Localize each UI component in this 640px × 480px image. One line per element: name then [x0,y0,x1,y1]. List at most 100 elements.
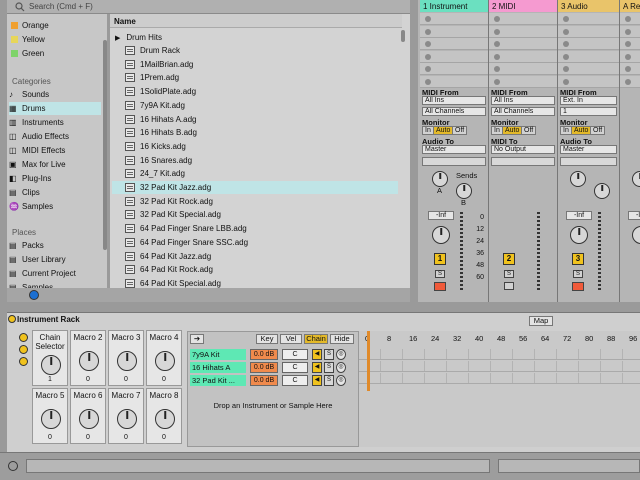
chain-solo-button[interactable]: S [324,375,334,386]
map-button[interactable]: Map [529,316,553,326]
clip-slot[interactable] [489,63,557,75]
collection-yellow[interactable]: Yellow [11,33,45,46]
file-row[interactable]: 24_7 Kit.adg [112,167,398,180]
macro-8[interactable]: Macro 8 0 [146,388,182,444]
rack-device-toggle-icon[interactable] [19,357,28,366]
macro-2[interactable]: Macro 2 0 [70,330,106,386]
file-row[interactable]: 64 Pad Kit Jazz.adg [112,250,398,263]
macro-7[interactable]: Macro 7 0 [108,388,144,444]
chain-headphone-icon[interactable]: ◎ [336,349,346,360]
clip-slot[interactable] [620,13,640,25]
monitor-off-button[interactable]: Off [590,126,606,135]
midi-from-select[interactable]: All Ins [422,96,486,105]
tab-key[interactable]: Key [256,334,278,344]
macro-3[interactable]: Macro 3 0 [108,330,144,386]
file-row[interactable]: 16 Hihats B.adg [112,126,398,139]
monitor-auto-button[interactable]: Auto [433,126,454,135]
sidebar-item-max-for-live[interactable]: ▣ Max for Live [9,158,101,171]
clip-slot[interactable] [620,63,640,75]
midi-from-select[interactable]: Ext. In [560,96,617,105]
chain-speaker-icon[interactable]: ◀ [312,375,322,386]
place-item-current-project[interactable]: ▤ Current Project [9,267,76,280]
chain-headphone-icon[interactable]: ◎ [336,362,346,373]
place-item-packs[interactable]: ▤ Packs [9,239,44,252]
clip-slot[interactable] [420,38,488,50]
chain-name[interactable]: 32 Pad Kit ... [190,375,246,386]
collection-orange[interactable]: Orange [11,19,49,32]
clip-slot[interactable] [558,50,619,63]
chain-name[interactable]: 16 Hihats A [190,362,246,373]
clip-slot[interactable] [420,13,488,25]
clip-slot[interactable] [489,38,557,50]
midi-from-select[interactable]: All Ins [491,96,555,105]
place-item-user-library[interactable]: ▤ User Library [9,253,66,266]
solo-button[interactable]: S [504,270,514,278]
sidebar-item-audio-effects[interactable]: ◫ Audio Effects [9,130,101,143]
channel-select[interactable]: All Channels [422,107,486,116]
macro-knob[interactable] [117,409,137,429]
chain-volume[interactable]: 0.0 dB [250,362,278,373]
macro-4[interactable]: Macro 4 0 [146,330,182,386]
macro-knob[interactable] [79,409,99,429]
file-row[interactable]: 1Prem.adg [112,71,398,84]
search-input[interactable]: Search (Cmd + F) [29,2,93,11]
chain-pan[interactable]: C [282,362,308,373]
folder-row[interactable]: ▶ Drum Hits [112,31,398,44]
zone-row[interactable] [359,373,640,384]
chain-solo-button[interactable]: S [324,362,334,373]
macro-knob[interactable] [41,355,61,375]
solo-button[interactable]: S [435,270,445,278]
send-b-knob[interactable] [456,183,472,199]
chain-solo-button[interactable]: S [324,349,334,360]
chain-pan[interactable]: C [282,375,308,386]
chain-selector-marker[interactable] [367,331,370,391]
file-row[interactable]: 32 Pad Kit Jazz.adg [112,181,398,194]
monitor-auto-button[interactable]: Auto [571,126,592,135]
clip-slot[interactable] [558,13,619,25]
channel-select[interactable]: 1 [560,107,617,116]
output-channel-select[interactable] [422,157,486,166]
sidebar-item-sounds[interactable]: ♪ Sounds [9,88,101,101]
clip-slot[interactable] [489,13,557,25]
volume-display[interactable]: -Inf [628,211,640,220]
clip-slot[interactable] [620,75,640,88]
column-header-name[interactable]: Name [110,14,402,28]
chain-headphone-icon[interactable]: ◎ [336,375,346,386]
file-row[interactable]: 32 Pad Kit Special.adg [112,208,398,221]
clip-slot[interactable] [558,75,619,88]
sidebar-item-drums[interactable]: ▦ Drums [9,102,101,115]
rack-chain-toggle-icon[interactable] [19,345,28,354]
clip-slot[interactable] [489,75,557,88]
file-row[interactable]: 16 Kicks.adg [112,140,398,153]
macro-knob[interactable] [41,409,61,429]
sidebar-item-clips[interactable]: ▤ Clips [9,186,101,199]
chain-pan[interactable]: C [282,349,308,360]
send-b-knob[interactable] [594,183,610,199]
tab-chain[interactable]: Chain [304,334,328,344]
track-header[interactable]: 1 Instrument [420,0,488,12]
chain-name[interactable]: 7y9A Kit [190,349,246,360]
arm-button[interactable] [434,282,446,291]
macro-6[interactable]: Macro 6 0 [70,388,106,444]
clip-slot[interactable] [420,75,488,88]
macro-knob[interactable] [155,409,175,429]
pan-knob[interactable] [432,226,450,244]
file-row[interactable]: 64 Pad Finger Snare LBB.adg [112,222,398,235]
arm-button[interactable] [572,282,584,291]
chain-row[interactable]: 32 Pad Kit ... 0.0 dB C ◀ S ◎ [190,375,358,386]
collection-green[interactable]: Green [11,47,44,60]
clip-slot[interactable] [620,50,640,63]
volume-display[interactable]: -Inf [566,211,592,220]
track-activator-button[interactable]: 3 [572,253,584,265]
output-select[interactable]: Master [422,145,486,154]
sidebar-item-instruments[interactable]: ▥ Instruments [9,116,101,129]
track-activator-button[interactable]: 1 [434,253,446,265]
zone-row[interactable] [359,349,640,360]
browser-search-bar[interactable]: Search (Cmd + F) [7,0,410,14]
chain-speaker-icon[interactable]: ◀ [312,362,322,373]
clip-slot[interactable] [420,63,488,75]
file-row[interactable]: 32 Pad Kit Rock.adg [112,195,398,208]
clip-slot[interactable] [620,38,640,50]
clip-slot[interactable] [558,63,619,75]
solo-button[interactable]: S [573,270,583,278]
